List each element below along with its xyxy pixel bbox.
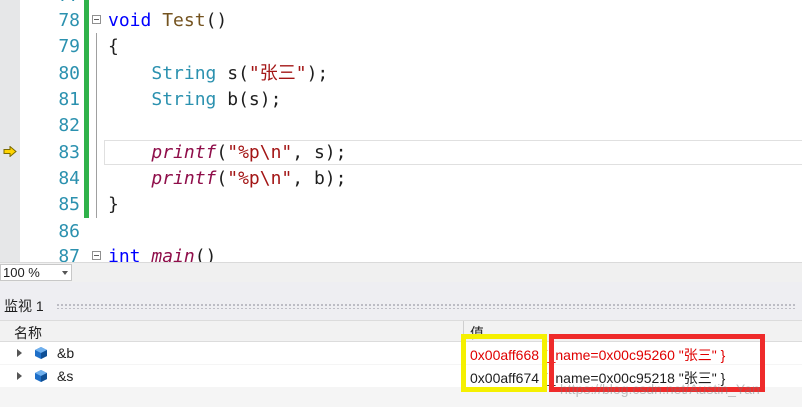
line-number: 83 — [58, 142, 80, 163]
line-number: 85 — [58, 194, 80, 215]
line-number: 81 — [58, 89, 80, 110]
watch-name: &b — [57, 345, 75, 361]
line-number: 82 — [58, 115, 80, 136]
line-number: 84 — [58, 168, 80, 189]
watch-title-bar[interactable]: 监视 1 — [0, 282, 802, 320]
zoom-dropdown[interactable]: 100 % — [0, 264, 72, 281]
variable-cube-icon — [35, 370, 47, 382]
line-number: 78 — [58, 10, 80, 31]
code-text: int main() — [108, 246, 217, 262]
collapse-toggle-icon[interactable] — [92, 15, 101, 24]
column-header-name[interactable]: 名称 — [14, 323, 42, 343]
collapse-toggle-icon[interactable] — [92, 251, 101, 260]
code-line[interactable]: 81 String b(s); — [0, 87, 802, 113]
string-literal: "张三" — [248, 63, 307, 84]
watch-name: &s — [57, 368, 74, 384]
code-line[interactable]: 78 void Test() — [0, 8, 802, 34]
highlight-box-yellow — [461, 334, 547, 392]
code-text: String b(s); — [151, 89, 282, 110]
expand-arrow-icon[interactable] — [17, 372, 22, 380]
code-line[interactable]: 84 printf("%p\n", b); — [0, 166, 802, 192]
editor-status-bar: 100 % — [0, 262, 802, 282]
code-text: printf("%p\n", b); — [151, 168, 347, 189]
chevron-down-icon[interactable] — [62, 271, 68, 275]
code-line[interactable]: 85 } — [0, 192, 802, 218]
line-number: 79 — [58, 36, 80, 57]
zoom-value: 100 % — [3, 265, 40, 280]
code-text: } — [108, 194, 119, 215]
line-number: 87 — [58, 246, 80, 262]
line-number: 86 — [58, 221, 80, 242]
code-line-current[interactable]: 83 printf("%p\n", s); — [0, 140, 802, 166]
code-text: String s("张三"); — [151, 63, 329, 84]
drag-grip[interactable] — [56, 303, 796, 309]
variable-cube-icon — [35, 347, 47, 359]
code-line[interactable]: 82 — [0, 113, 802, 139]
code-line[interactable]: 80 String s("张三"); — [0, 61, 802, 87]
expand-arrow-icon[interactable] — [17, 349, 22, 357]
code-text: void Test() — [108, 10, 228, 31]
line-number: 80 — [58, 63, 80, 84]
code-line[interactable]: 86 — [0, 219, 802, 245]
code-text: printf("%p\n", s); — [151, 142, 347, 163]
watermark: https://blog.csdn.net/Austin_Yan — [560, 381, 760, 397]
code-editor[interactable]: 77 78 void Test() 79 { 80 String s("张三")… — [0, 0, 802, 262]
code-line[interactable]: 87 int main() — [0, 244, 802, 262]
code-text: { — [108, 36, 119, 57]
code-line[interactable]: 79 { — [0, 34, 802, 60]
panel-title: 监视 1 — [4, 298, 44, 314]
